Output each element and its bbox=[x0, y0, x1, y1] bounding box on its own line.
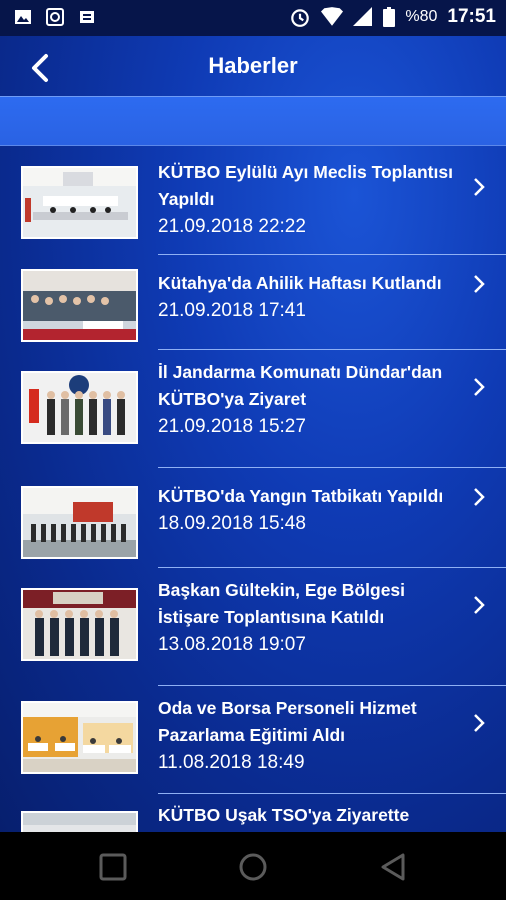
signal-icon bbox=[353, 7, 373, 26]
news-title: KÜTBO Uşak TSO'ya Ziyarette bbox=[158, 805, 410, 825]
news-item[interactable]: Oda ve Borsa Personeli Hizmet Pazarlama … bbox=[0, 686, 506, 794]
news-thumbnail bbox=[21, 811, 138, 832]
chevron-right-icon bbox=[474, 275, 485, 293]
sub-header-band bbox=[0, 96, 506, 146]
status-bar: %80 17:51 bbox=[0, 0, 506, 36]
news-title: Kütahya'da Ahilik Haftası Kutlandı bbox=[158, 273, 442, 293]
clock: 17:51 bbox=[447, 6, 496, 27]
news-date: 21.09.2018 17:41 bbox=[158, 300, 306, 321]
news-thumbnail bbox=[21, 166, 138, 239]
news-thumbnail bbox=[21, 371, 138, 444]
news-date: 11.08.2018 18:49 bbox=[158, 752, 305, 773]
news-thumbnail bbox=[21, 701, 138, 774]
news-thumbnail bbox=[21, 269, 138, 342]
recent-apps-icon[interactable] bbox=[98, 852, 128, 882]
news-title: Başkan Gültekin, Ege Bölgesi İstişare To… bbox=[158, 580, 406, 627]
battery-percentage: %80 bbox=[405, 8, 438, 25]
news-title: KÜTBO'da Yangın Tatbikatı Yapıldı bbox=[158, 486, 444, 506]
news-thumbnail bbox=[21, 486, 138, 559]
chevron-right-icon bbox=[474, 488, 485, 506]
chevron-right-icon bbox=[474, 378, 485, 396]
chevron-right-icon bbox=[474, 714, 485, 732]
chevron-right-icon bbox=[474, 178, 485, 196]
whatsapp-icon bbox=[46, 8, 64, 26]
app-screen: Haberler KÜTBO Eylülü Ayı Meclis Toplant… bbox=[0, 36, 506, 832]
image-icon bbox=[15, 10, 31, 24]
divider bbox=[158, 254, 506, 255]
news-item[interactable]: KÜTBO Eylülü Ayı Meclis Toplantısı Yapıl… bbox=[0, 148, 506, 256]
page-title: Haberler bbox=[208, 53, 298, 78]
news-item[interactable]: KÜTBO Uşak TSO'ya Ziyarette bbox=[0, 794, 506, 832]
news-date: 21.09.2018 15:27 bbox=[158, 416, 306, 437]
chevron-right-icon bbox=[474, 596, 485, 614]
news-title: KÜTBO Eylülü Ayı Meclis Toplantısı Yapıl… bbox=[158, 162, 453, 209]
toolbar: Haberler bbox=[0, 36, 506, 96]
app-notification-icon bbox=[80, 11, 94, 23]
news-item[interactable]: Başkan Gültekin, Ege Bölgesi İstişare To… bbox=[0, 568, 506, 686]
back-icon[interactable] bbox=[378, 852, 408, 882]
news-item[interactable]: İl Jandarma Komunatı Dündar'dan KÜTBO'ya… bbox=[0, 350, 506, 468]
system-nav-bar bbox=[0, 832, 506, 900]
news-date: 21.09.2018 22:22 bbox=[158, 216, 306, 237]
home-icon[interactable] bbox=[238, 852, 268, 882]
news-title: Oda ve Borsa Personeli Hizmet Pazarlama … bbox=[158, 698, 417, 745]
news-date: 18.09.2018 15:48 bbox=[158, 513, 306, 534]
news-item[interactable]: KÜTBO'da Yangın Tatbikatı Yapıldı 18.09.… bbox=[0, 468, 506, 568]
news-thumbnail bbox=[21, 588, 138, 661]
news-item[interactable]: Kütahya'da Ahilik Haftası Kutlandı 21.09… bbox=[0, 256, 506, 350]
news-date: 13.08.2018 19:07 bbox=[158, 634, 306, 655]
news-title: İl Jandarma Komunatı Dündar'dan KÜTBO'ya… bbox=[158, 362, 443, 409]
battery-icon bbox=[383, 7, 396, 27]
wifi-icon bbox=[321, 7, 344, 26]
alarm-icon bbox=[291, 9, 310, 27]
